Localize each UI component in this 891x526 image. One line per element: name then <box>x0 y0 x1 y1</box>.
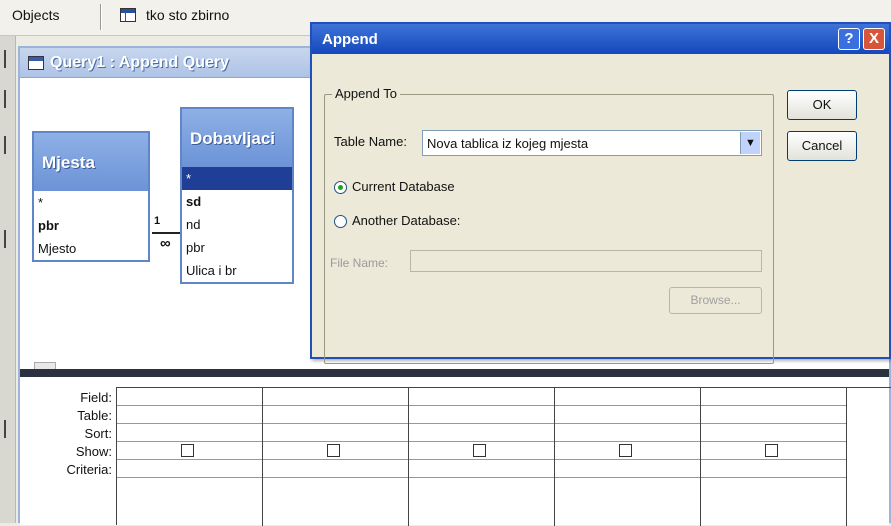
table-field[interactable]: sd <box>182 190 292 213</box>
table-header[interactable]: Mjesta <box>34 133 148 191</box>
current-database-option[interactable]: Current Database <box>334 178 534 198</box>
grid-field-cell[interactable] <box>263 388 408 406</box>
table-field[interactable]: pbr <box>34 214 148 237</box>
show-checkbox[interactable] <box>327 444 340 457</box>
grid-criteria-cell[interactable] <box>117 460 262 478</box>
show-checkbox[interactable] <box>619 444 632 457</box>
ok-button[interactable]: OK <box>787 90 857 120</box>
grid-sort-cell[interactable] <box>409 424 554 442</box>
grid-show-cell <box>409 442 554 460</box>
grid-show-cell <box>701 442 846 460</box>
grid-row-label-field: Field: <box>80 390 112 405</box>
design-grid: Field: Table: Sort: Show: Criteria: <box>20 377 891 526</box>
grid-table-cell[interactable] <box>701 406 846 424</box>
sidebar-bar-icon <box>4 420 10 438</box>
grid-field-cell[interactable] <box>117 388 262 406</box>
dialog-title: Append <box>322 31 378 48</box>
show-checkbox[interactable] <box>473 444 486 457</box>
grid-columns <box>116 387 891 526</box>
database-object-item[interactable]: tko sto zbirno <box>146 7 229 23</box>
another-database-radio[interactable] <box>334 215 347 228</box>
grid-field-cell[interactable] <box>701 388 846 406</box>
browse-button[interactable]: Browse... <box>669 287 762 314</box>
grid-table-cell[interactable] <box>263 406 408 424</box>
grid-criteria-cell[interactable] <box>409 460 554 478</box>
sidebar-bar-icon <box>4 50 10 68</box>
toolbar-separator <box>100 4 102 30</box>
grid-criteria-cell[interactable] <box>263 460 408 478</box>
another-database-option[interactable]: Another Database: <box>334 212 534 232</box>
current-database-label[interactable]: Current Database <box>352 179 455 194</box>
query-title: Query1 : Append Query <box>50 54 229 71</box>
grid-column[interactable] <box>263 388 409 526</box>
file-name-label: File Name: <box>330 256 389 270</box>
sidebar-bar-icon <box>4 136 10 154</box>
table-name-combo[interactable]: Nova tablica iz kojeg mjesta ▼ <box>422 130 762 156</box>
grid-criteria-cell[interactable] <box>555 460 700 478</box>
grid-table-cell[interactable] <box>117 406 262 424</box>
close-button[interactable]: X <box>863 28 885 50</box>
table-field[interactable]: Mjesto <box>34 237 148 260</box>
table-field[interactable]: * <box>34 191 148 214</box>
table-field[interactable]: pbr <box>182 236 292 259</box>
grid-field-cell[interactable] <box>409 388 554 406</box>
grid-show-cell <box>117 442 262 460</box>
objects-label[interactable]: Objects <box>12 7 59 23</box>
grid-show-cell <box>555 442 700 460</box>
objects-sidebar <box>0 36 16 523</box>
grid-sort-cell[interactable] <box>555 424 700 442</box>
table-name-value: Nova tablica iz kojeg mjesta <box>427 136 589 151</box>
sidebar-bar-icon <box>4 230 10 248</box>
dialog-titlebar[interactable]: Append ? X <box>312 24 889 54</box>
grid-field-cell[interactable] <box>555 388 700 406</box>
grid-table-cell[interactable] <box>555 406 700 424</box>
current-database-radio[interactable] <box>334 181 347 194</box>
join-line[interactable] <box>152 232 182 234</box>
grid-row-label-table: Table: <box>77 408 112 423</box>
grid-table-cell[interactable] <box>409 406 554 424</box>
grid-sort-cell[interactable] <box>263 424 408 442</box>
grid-sort-cell[interactable] <box>701 424 846 442</box>
table-field[interactable]: Ulica i br <box>182 259 292 282</box>
show-checkbox[interactable] <box>181 444 194 457</box>
table-icon <box>120 8 136 22</box>
table-box-dobavljaci[interactable]: Dobavljaci * sd nd pbr Ulica i br <box>180 107 294 284</box>
another-database-label[interactable]: Another Database: <box>352 213 460 228</box>
grid-column[interactable] <box>117 388 263 526</box>
grid-column[interactable] <box>409 388 555 526</box>
join-one-label: 1 <box>154 215 161 227</box>
append-dialog: Append ? X Append To Table Name: Nova ta… <box>310 22 891 364</box>
grid-row-label-sort: Sort: <box>84 426 112 441</box>
table-header[interactable]: Dobavljaci <box>182 109 292 167</box>
grid-row-label-criteria: Criteria: <box>66 462 112 477</box>
cancel-button[interactable]: Cancel <box>787 131 857 161</box>
grid-column[interactable] <box>701 388 847 526</box>
help-button[interactable]: ? <box>838 28 860 50</box>
grid-show-cell <box>263 442 408 460</box>
table-box-mjesta[interactable]: Mjesta * pbr Mjesto <box>32 131 150 262</box>
grid-criteria-cell[interactable] <box>701 460 846 478</box>
grid-column[interactable] <box>555 388 701 526</box>
grid-row-labels: Field: Table: Sort: Show: Criteria: <box>20 389 116 479</box>
table-field[interactable]: nd <box>182 213 292 236</box>
sidebar-bar-icon <box>4 90 10 108</box>
grid-row-label-show: Show: <box>75 444 112 459</box>
grid-sort-cell[interactable] <box>117 424 262 442</box>
show-checkbox[interactable] <box>765 444 778 457</box>
append-to-label: Append To <box>332 86 400 101</box>
table-name-label: Table Name: <box>334 134 407 149</box>
chevron-down-icon[interactable]: ▼ <box>740 132 760 154</box>
join-many-label: ∞ <box>160 235 171 252</box>
table-field[interactable]: * <box>182 167 292 190</box>
pane-splitter[interactable] <box>20 369 889 377</box>
query-icon <box>28 56 44 70</box>
file-name-field[interactable] <box>410 250 762 272</box>
